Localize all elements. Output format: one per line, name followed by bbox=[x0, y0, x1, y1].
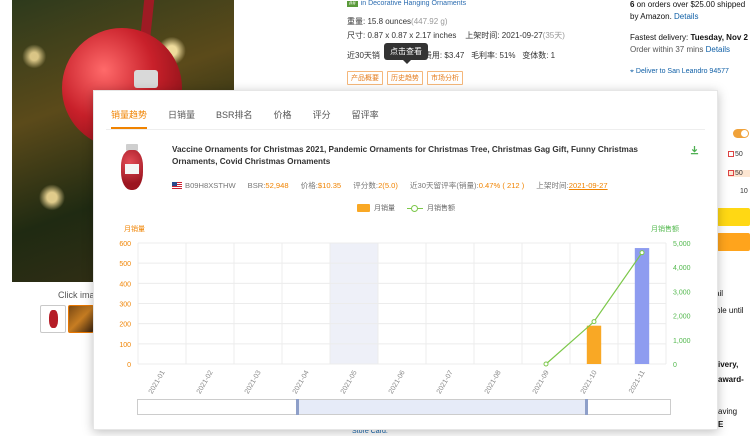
legend-bar-swatch[interactable] bbox=[357, 204, 370, 212]
asin[interactable]: B09H8XSTHW bbox=[185, 181, 236, 190]
deliver-to-location[interactable]: ⌖ Deliver to San Leandro 94577 bbox=[630, 68, 729, 76]
left-axis-name: 月销量 bbox=[124, 226, 145, 233]
details-link-2[interactable]: Details bbox=[706, 45, 730, 54]
x-tick-label: 2021-05 bbox=[340, 369, 359, 395]
line-point bbox=[591, 319, 597, 325]
y-tick-left: 100 bbox=[119, 342, 131, 349]
click-image-hint: Click ima bbox=[58, 290, 95, 300]
size-row: 尺寸: 0.87 x 0.87 x 2.17 inches 上架时间: 2021… bbox=[347, 31, 565, 40]
line-point bbox=[639, 250, 645, 256]
x-tick-label: 2021-03 bbox=[244, 369, 263, 395]
price-value: $10.35 bbox=[317, 181, 342, 190]
thumbnail-2[interactable] bbox=[68, 305, 94, 333]
tab-review-rate[interactable]: 留评率 bbox=[352, 91, 379, 129]
line-point bbox=[543, 361, 549, 367]
mini-price-2: 50 bbox=[728, 170, 750, 177]
sales-trend-panel: 销量趋势 日销量 BSR排名 价格 评分 留评率 Vaccine Ornamen… bbox=[93, 90, 718, 430]
right-text-fragment: award- bbox=[718, 375, 744, 384]
panel-tabs: 销量趋势 日销量 BSR排名 价格 评分 留评率 bbox=[94, 91, 717, 129]
history-trend-button[interactable]: 历史趋势 bbox=[387, 71, 423, 85]
x-tick-label: 2021-04 bbox=[292, 369, 311, 395]
y-tick-left: 500 bbox=[119, 261, 131, 268]
legend-line-swatch[interactable] bbox=[407, 204, 423, 212]
tab-sales-trend[interactable]: 销量趋势 bbox=[111, 91, 148, 129]
screen: Click ima ## in Decorative Hanging Orname… bbox=[0, 0, 750, 436]
y-tick-left: 300 bbox=[119, 302, 131, 309]
y-tick-right: 4,000 bbox=[673, 265, 691, 272]
details-link[interactable]: Details bbox=[674, 12, 698, 21]
tab-rating[interactable]: 评分 bbox=[313, 91, 331, 129]
checkbox-icon bbox=[728, 151, 734, 158]
checkbox-icon bbox=[728, 170, 734, 177]
tabs-divider bbox=[106, 129, 705, 130]
chart-legend: 月销量 月销售额 bbox=[357, 203, 455, 213]
y-tick-left: 0 bbox=[127, 362, 131, 369]
mini-price-3: 10 bbox=[740, 188, 748, 195]
x-tick-label: 2021-02 bbox=[196, 369, 215, 395]
us-flag-icon bbox=[172, 182, 182, 189]
x-tick-label: 2021-11 bbox=[628, 369, 647, 394]
product-title[interactable]: Vaccine Ornaments for Christmas 2021, Pa… bbox=[172, 144, 682, 168]
zoom-slider[interactable] bbox=[137, 399, 671, 415]
listed-date-value: 2021-09-27 bbox=[568, 181, 608, 190]
bar bbox=[586, 325, 602, 364]
plugin-buttons: 产品概要 历史趋势 市场分析 bbox=[347, 71, 463, 85]
x-tick-label: 2021-10 bbox=[580, 369, 599, 395]
bar bbox=[634, 248, 650, 364]
zoom-handle-left[interactable] bbox=[296, 399, 299, 415]
y-tick-right: 0 bbox=[673, 362, 677, 369]
weight-row: 重量: 15.8 ounces(447.92 g) bbox=[347, 17, 448, 26]
review-rate-value: 0.47% ( 212 ) bbox=[478, 181, 525, 190]
click-to-view-tooltip: 点击查看 bbox=[384, 43, 428, 64]
x-tick-label: 2021-07 bbox=[436, 369, 455, 395]
y-tick-right: 1,000 bbox=[673, 338, 691, 345]
download-icon[interactable] bbox=[690, 146, 699, 155]
tab-bsr-rank[interactable]: BSR排名 bbox=[216, 91, 253, 129]
x-tick-label: 2021-06 bbox=[388, 369, 407, 395]
y-tick-left: 600 bbox=[119, 241, 131, 248]
tab-price[interactable]: 价格 bbox=[274, 91, 292, 129]
product-thumbnail[interactable] bbox=[119, 144, 145, 192]
ornament-cap bbox=[134, 70, 158, 88]
thumbnail-1[interactable] bbox=[40, 305, 66, 333]
legend-line-label: 月销售额 bbox=[427, 205, 455, 212]
y-tick-left: 200 bbox=[119, 322, 131, 329]
product-meta: B09H8XSTHW BSR: 52,948 价格: $10.35 评分数: 2… bbox=[172, 180, 608, 191]
rating-value: 2(5.0) bbox=[378, 181, 398, 190]
y-tick-right: 5,000 bbox=[673, 241, 691, 248]
vial-label bbox=[125, 164, 139, 174]
toggle-switch[interactable] bbox=[733, 129, 749, 138]
free-shipping-text: 6 on orders over $25.00 shipped bbox=[630, 0, 746, 9]
bsr-value: 52,948 bbox=[265, 181, 289, 190]
category-rank[interactable]: ## in Decorative Hanging Ornaments bbox=[347, 0, 466, 7]
mini-price-1: 50 bbox=[728, 151, 743, 158]
fee-row: 近30天销 BA费用: $3.47 毛利率: 51% 变体数: 1 bbox=[347, 51, 556, 60]
right-axis-name: 月销售额 bbox=[651, 226, 679, 233]
market-analysis-button[interactable]: 市场分析 bbox=[427, 71, 463, 85]
overview-button[interactable]: 产品概要 bbox=[347, 71, 383, 85]
buy-now-button[interactable] bbox=[717, 233, 750, 251]
y-tick-left: 400 bbox=[119, 281, 131, 288]
right-text-fragment: ivery, bbox=[718, 360, 739, 369]
legend-bar-label: 月销量 bbox=[374, 205, 395, 212]
by-amazon-text: by Amazon. Details bbox=[630, 12, 699, 21]
x-tick-label: 2021-01 bbox=[148, 369, 167, 395]
y-tick-right: 2,000 bbox=[673, 314, 691, 321]
right-text-fragment: ple until bbox=[716, 306, 744, 315]
zoom-selection[interactable] bbox=[298, 400, 586, 414]
y-tick-right: 3,000 bbox=[673, 289, 691, 296]
fastest-delivery: Fastest delivery: Tuesday, Nov 2 bbox=[630, 33, 748, 42]
right-text-fragment: aving bbox=[718, 407, 738, 416]
add-to-cart-button[interactable] bbox=[717, 208, 750, 226]
x-tick-label: 2021-09 bbox=[532, 369, 551, 395]
order-within: Order within 37 mins Details bbox=[630, 45, 731, 54]
zoom-handle-right[interactable] bbox=[585, 399, 588, 415]
tab-daily-sales[interactable]: 日销量 bbox=[168, 91, 195, 129]
x-tick-label: 2021-08 bbox=[484, 369, 503, 395]
